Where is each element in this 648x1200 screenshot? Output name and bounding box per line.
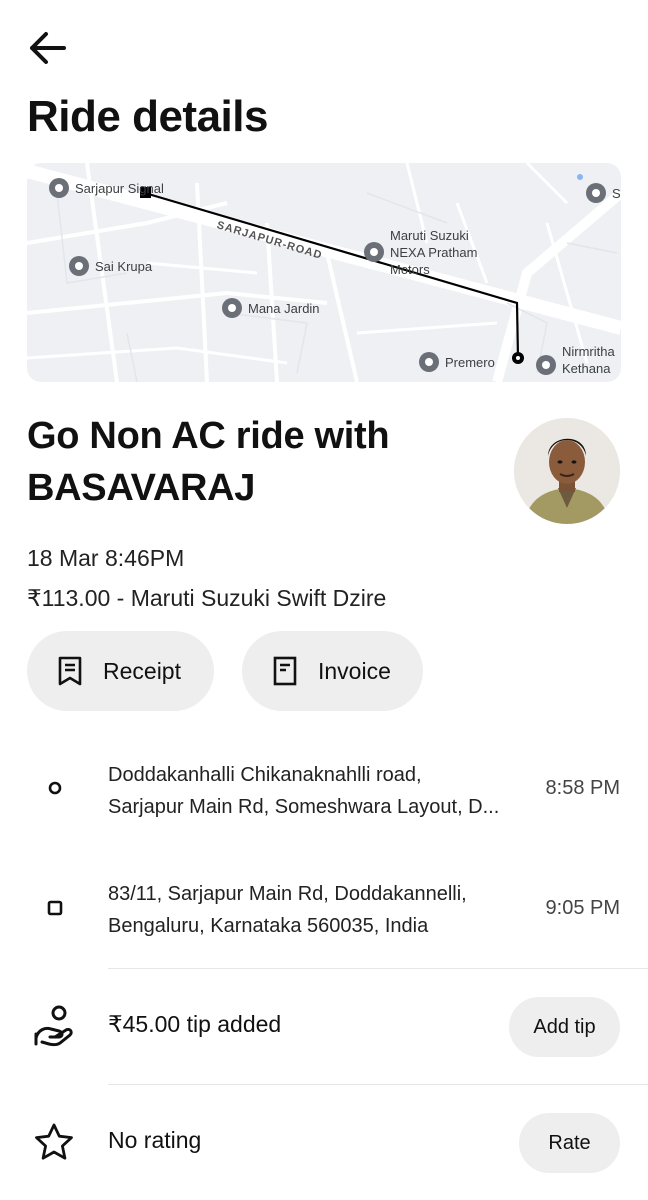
map-poi-nirmritha[interactable]: Nirmritha Kethana	[536, 343, 615, 377]
dropoff-square-icon	[47, 900, 63, 916]
map-pin-icon	[49, 178, 69, 198]
tip-hand-icon	[34, 1005, 73, 1047]
map-pin-icon	[364, 242, 384, 262]
tip-label: ₹45.00 tip added	[108, 1011, 282, 1037]
map-poi-partial[interactable]: S	[586, 183, 621, 203]
map-poi-sai-krupa[interactable]: Sai Krupa	[69, 256, 152, 276]
add-tip-button[interactable]: Add tip	[509, 997, 620, 1057]
map-poi-mana-jardin[interactable]: Mana Jardin	[222, 298, 320, 318]
map-poi-maruti-nexa[interactable]: Maruti Suzuki NEXA Pratham Motors	[364, 227, 477, 278]
dropoff-time: 9:05 PM	[545, 897, 620, 919]
map-pin-icon	[419, 352, 439, 372]
map-pin-icon	[586, 183, 606, 203]
star-icon	[35, 1123, 73, 1160]
map-pin-icon	[536, 355, 556, 375]
page-title: Ride details	[27, 92, 268, 141]
map-poi-sarjapur-signal[interactable]: Sarjapur Signal	[49, 178, 164, 198]
driver-avatar	[514, 418, 620, 524]
pickup-circle-icon	[48, 781, 62, 795]
receipt-icon	[58, 656, 82, 686]
invoice-icon	[273, 656, 297, 686]
arrow-left-icon	[30, 32, 66, 64]
ride-fare-vehicle: ₹113.00 - Maruti Suzuki Swift Dzire	[27, 585, 387, 611]
ride-title: Go Non AC ride with BASAVARAJ	[27, 415, 390, 509]
pickup-address: Doddakanhalli Chikanaknahlli road, Sarja…	[108, 764, 500, 818]
route-map[interactable]: SARJAPUR-ROAD Sarjapur Signal Sai Krupa …	[27, 163, 621, 382]
rate-button[interactable]: Rate	[519, 1113, 620, 1173]
pickup-time: 8:58 PM	[545, 777, 620, 799]
dropoff-address: 83/11, Sarjapur Main Rd, Doddakannelli, …	[108, 883, 467, 937]
invoice-button[interactable]: Invoice	[242, 631, 423, 711]
receipt-button[interactable]: Receipt	[27, 631, 214, 711]
rating-label: No rating	[108, 1127, 202, 1153]
map-pin-icon	[69, 256, 89, 276]
divider	[108, 1084, 648, 1085]
map-pin-icon	[222, 298, 242, 318]
receipt-label: Receipt	[103, 657, 181, 684]
map-poi-premero[interactable]: Premero	[419, 352, 495, 372]
invoice-label: Invoice	[318, 657, 391, 684]
divider	[108, 968, 648, 969]
driver-photo	[514, 418, 620, 524]
back-button[interactable]	[26, 28, 70, 68]
ride-datetime: 18 Mar 8:46PM	[27, 545, 185, 571]
